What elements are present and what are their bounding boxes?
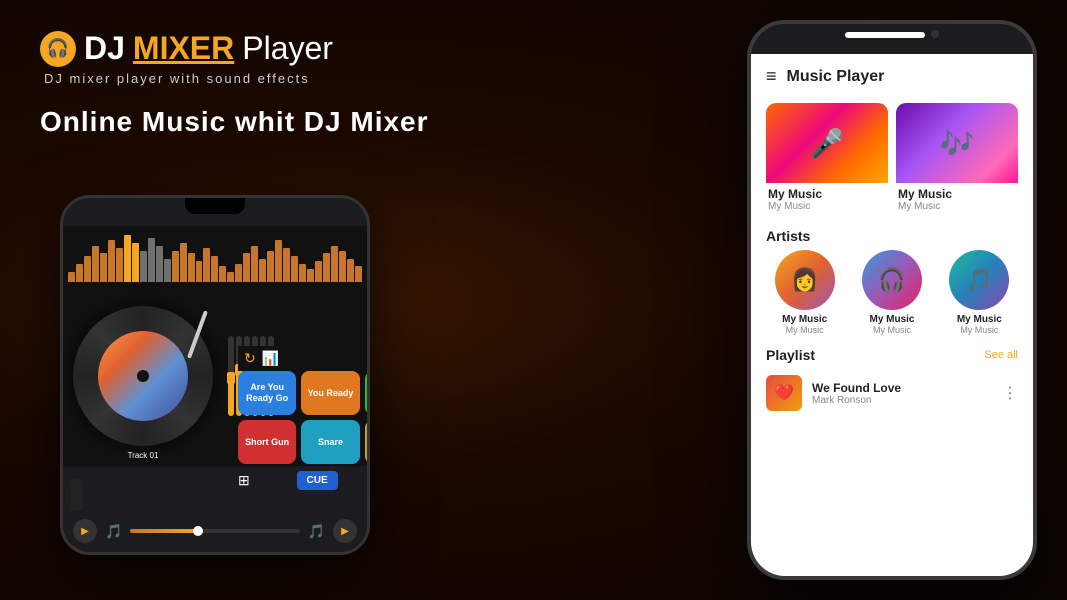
music-card-2[interactable]: 🎶 My Music My Music	[896, 103, 1018, 216]
playlist-header: Playlist See all	[751, 343, 1033, 369]
logo-icon: 🎧	[40, 31, 76, 67]
turntable-disc	[73, 306, 213, 446]
music-grid: 🎤 My Music My Music 🎶 My Music My Music	[751, 95, 1033, 224]
artist-item-2[interactable]: 🎧 My Music My Music	[853, 250, 930, 335]
see-all-button[interactable]: See all	[984, 349, 1018, 361]
playlist-more-icon-1[interactable]: ⋮	[1002, 383, 1018, 403]
play-button[interactable]: ▶	[73, 519, 97, 543]
tonearm	[187, 310, 208, 358]
pad-grid: Are You Ready Go You Ready Kick Short Gu…	[238, 371, 370, 464]
right-panel: ≡ Music Player 🎤 My Music My Music 🎶 My …	[747, 20, 1037, 580]
music-card-img-1: 🎤	[766, 103, 888, 183]
turntable-label: Track 01	[128, 451, 159, 460]
artist-item-1[interactable]: 👩 My Music My Music	[766, 250, 843, 335]
playback-bar: ▶ 🎵 🎵 ▶	[63, 510, 367, 552]
phone-top-bar	[63, 198, 367, 226]
ctrl-icons-row: ↻ 📊	[238, 346, 370, 371]
progress-thumb	[193, 526, 203, 536]
playlist-info-1: We Found Love Mark Ronson	[812, 381, 992, 406]
phone2-camera-dot	[931, 30, 939, 38]
phone-mockup-1: MENU	[60, 195, 370, 555]
artist-name-2: My Music	[869, 314, 914, 325]
playlist-thumb-1: ❤️	[766, 375, 802, 411]
phone2-outer: ≡ Music Player 🎤 My Music My Music 🎶 My …	[747, 20, 1037, 580]
pad-area: ↻ 📊 Are You Ready Go You Ready Kick Shor…	[238, 346, 370, 492]
logo-title: 🎧 DJ MIXER Player	[40, 30, 620, 67]
waveform-bars	[63, 230, 367, 282]
playlist-item-1[interactable]: ❤️ We Found Love Mark Ronson ⋮	[751, 369, 1033, 417]
music-card-info-2: My Music My Music	[896, 183, 1018, 216]
grid-icon[interactable]: ⊞	[238, 472, 250, 489]
pad-footer: ⊞ CUE Board 2	[238, 469, 370, 492]
logo-mixer-text: MIXER	[133, 30, 234, 67]
artist-sub-1: My Music	[786, 325, 824, 335]
playlist-section-title: Playlist	[766, 347, 815, 363]
avatar-inner-1: 👩	[775, 250, 835, 310]
artists-row: 👩 My Music My Music 🎧 My Music My Music …	[751, 250, 1033, 343]
dj-controls: Track 01	[63, 286, 367, 466]
artist-avatar-2: 🎧	[862, 250, 922, 310]
pad-kick[interactable]: Kick	[365, 371, 370, 415]
music-card-title-2: My Music	[898, 187, 1016, 201]
artist-sub-2: My Music	[873, 325, 911, 335]
cue-button[interactable]: CUE	[297, 471, 338, 490]
music-card-title-1: My Music	[768, 187, 886, 201]
playlist-artist-1: Mark Ronson	[812, 395, 992, 406]
avatar-inner-3: 🎵	[949, 250, 1009, 310]
logo-area: 🎧 DJ MIXER Player DJ mixer player with s…	[40, 30, 620, 86]
artist-sub-3: My Music	[960, 325, 998, 335]
music-card-1[interactable]: 🎤 My Music My Music	[766, 103, 888, 216]
progress-fill	[130, 529, 198, 533]
phone2-pill	[845, 32, 925, 38]
pad-snare[interactable]: Snare	[301, 420, 359, 464]
hamburger-icon[interactable]: ≡	[766, 66, 777, 87]
eq-icon[interactable]: 📊	[262, 350, 279, 367]
pad-short-gun[interactable]: Short Gun	[238, 420, 296, 464]
logo-player-text: Player	[242, 30, 333, 67]
artist-avatar-1: 👩	[775, 250, 835, 310]
artist-avatar-3: 🎵	[949, 250, 1009, 310]
artist-name-1: My Music	[782, 314, 827, 325]
turntable-center	[137, 370, 149, 382]
phone2-content: ≡ Music Player 🎤 My Music My Music 🎶 My …	[751, 54, 1033, 576]
left-panel: 🎧 DJ MIXER Player DJ mixer player with s…	[0, 0, 660, 600]
pad-are-you-ready-go[interactable]: Are You Ready Go	[238, 371, 296, 415]
pad-you-ready[interactable]: You Ready	[301, 371, 359, 415]
waveform-area: MENU	[63, 226, 367, 286]
music-card-sub-2: My Music	[898, 201, 1016, 212]
artist-name-3: My Music	[957, 314, 1002, 325]
phone2-header: ≡ Music Player	[751, 54, 1033, 95]
playlist-track-1: We Found Love	[812, 381, 992, 395]
music-card-info-1: My Music My Music	[766, 183, 888, 216]
logo-subtitle: DJ mixer player with sound effects	[44, 71, 620, 86]
tagline: Online Music whit DJ Mixer	[40, 106, 620, 138]
shuffle-icon[interactable]: 🎵	[308, 523, 325, 540]
phone-notch	[185, 198, 245, 214]
music-list-icon[interactable]: 🎵	[105, 523, 122, 540]
headphones-icon: 🎧	[47, 38, 69, 59]
turntable-area: Track 01	[63, 286, 223, 466]
phone2-title: Music Player	[787, 68, 885, 86]
logo-dj-text: DJ	[84, 30, 125, 67]
slider-track-1[interactable]	[228, 336, 234, 416]
loop-icon[interactable]: ↻	[244, 350, 256, 367]
pad-robot[interactable]: Robot	[365, 420, 370, 464]
progress-bar[interactable]	[130, 529, 299, 533]
avatar-inner-2: 🎧	[862, 250, 922, 310]
music-card-img-2: 🎶	[896, 103, 1018, 183]
artist-item-3[interactable]: 🎵 My Music My Music	[941, 250, 1018, 335]
phone2-notch-bar	[751, 24, 1033, 54]
next-button[interactable]: ▶	[333, 519, 357, 543]
music-card-sub-1: My Music	[768, 201, 886, 212]
artists-section-title: Artists	[751, 224, 1033, 250]
